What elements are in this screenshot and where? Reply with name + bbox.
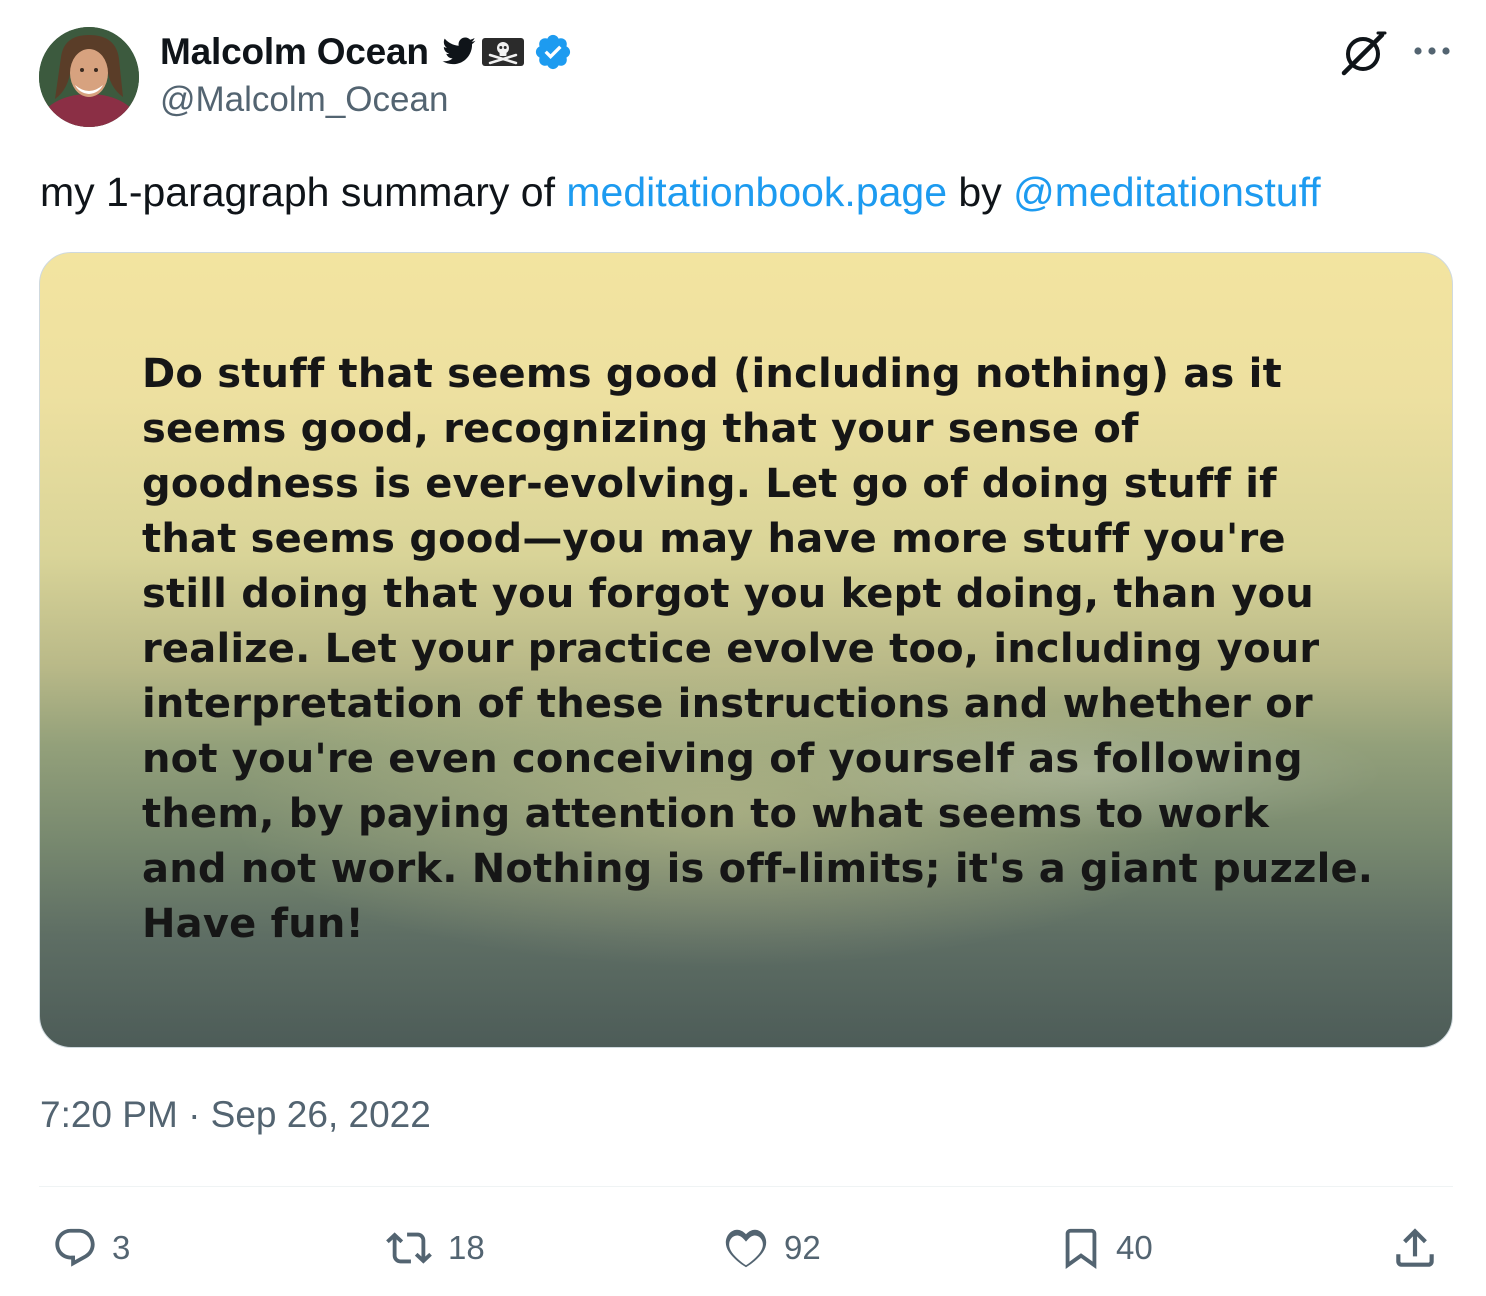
divider (39, 1186, 1453, 1187)
reply-icon (55, 1228, 95, 1267)
author-display-name[interactable]: Malcolm Ocean (160, 31, 429, 73)
verified-badge-icon[interactable] (533, 32, 573, 72)
bookmark-icon (1065, 1228, 1097, 1269)
avatar-portrait-icon (39, 27, 139, 127)
tweet-timestamp[interactable]: 7:20 PM · Sep 26, 2022 (40, 1094, 431, 1136)
heart-icon (725, 1229, 767, 1268)
like-count: 92 (784, 1229, 821, 1266)
more-options-icon[interactable] (1410, 36, 1454, 66)
retweet-count: 18 (448, 1229, 485, 1266)
retweet-icon (386, 1232, 432, 1264)
reply-count: 3 (112, 1229, 131, 1266)
author-name-row: Malcolm Ocean (160, 28, 573, 76)
tweet-card: Malcolm Ocean @Malcolm_Ocean my 1-paragr… (0, 0, 1486, 1296)
like-button[interactable]: 92 (720, 1222, 821, 1274)
tweet-media-image[interactable]: Do stuff that seems good (including noth… (39, 252, 1453, 1048)
tweet-text-prefix: my 1-paragraph summary of (40, 169, 567, 215)
pirate-flag-icon (481, 38, 524, 66)
reply-button[interactable]: 3 (50, 1222, 130, 1274)
bookmark-button[interactable]: 40 (1058, 1222, 1153, 1274)
grok-icon[interactable] (1338, 30, 1388, 76)
tweet-text: my 1-paragraph summary of meditationbook… (40, 166, 1321, 218)
tweet-text-middle: by (947, 169, 1014, 215)
retweet-button[interactable]: 18 (382, 1222, 485, 1274)
tweet-mention[interactable]: @meditationstuff (1013, 169, 1321, 215)
author-handle[interactable]: @Malcolm_Ocean (160, 80, 448, 120)
author-avatar[interactable] (39, 27, 139, 127)
media-quote-text: Do stuff that seems good (including noth… (142, 351, 1374, 947)
tweet-link[interactable]: meditationbook.page (566, 169, 947, 215)
twitter-bird-icon (442, 37, 476, 65)
share-button[interactable] (1390, 1222, 1440, 1274)
share-icon (1396, 1228, 1434, 1267)
bookmark-count: 40 (1116, 1229, 1153, 1266)
